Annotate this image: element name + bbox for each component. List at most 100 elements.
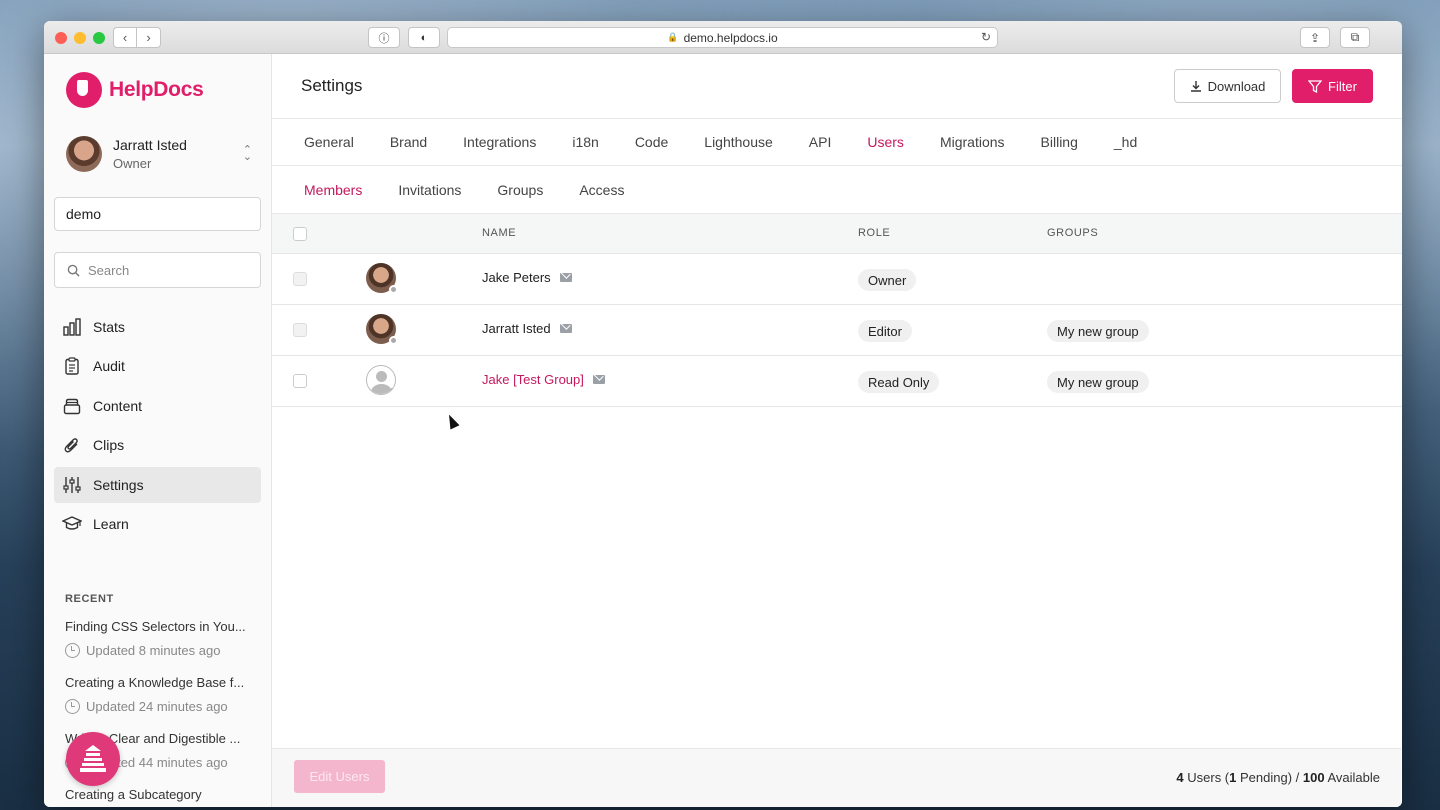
tab-integrations[interactable]: Integrations bbox=[463, 134, 536, 150]
recent-item-title: Creating a Knowledge Base f... bbox=[65, 675, 245, 690]
recent-item-title: Creating a Subcategory bbox=[65, 787, 202, 802]
table-row[interactable]: Jarratt Isted Editor My new group bbox=[272, 305, 1402, 356]
nav-item-settings[interactable]: Settings bbox=[54, 466, 261, 503]
minimize-window-button[interactable] bbox=[74, 32, 86, 44]
table-footer: Edit Users 4 Users (1 Pending) / 100 Ava… bbox=[272, 748, 1401, 807]
table-row[interactable]: Jake Peters Owner bbox=[272, 254, 1402, 305]
group-badge: My new group bbox=[1047, 320, 1149, 342]
member-name-text: Jarratt Isted bbox=[482, 321, 551, 336]
nav-item-content[interactable]: Content bbox=[54, 388, 261, 424]
address-bar[interactable]: 🔒 demo.helpdocs.io ↻ bbox=[447, 27, 998, 48]
tab-code[interactable]: Code bbox=[635, 134, 668, 150]
users-text: Users ( bbox=[1183, 770, 1230, 785]
sliders-icon bbox=[62, 475, 82, 495]
reload-icon[interactable]: ↻ bbox=[981, 30, 991, 44]
chevron-up-down-icon: ⌃ ⌄ bbox=[242, 144, 252, 163]
tab-users[interactable]: Users bbox=[867, 134, 904, 150]
nav-item-audit[interactable]: Audit bbox=[54, 348, 261, 384]
main-content: Settings Download Filter General Brand I… bbox=[272, 54, 1402, 807]
column-role: ROLE bbox=[858, 227, 891, 239]
download-button[interactable]: Download bbox=[1174, 69, 1281, 103]
subtab-groups[interactable]: Groups bbox=[497, 182, 543, 198]
share-icon: ⇪ bbox=[1309, 30, 1321, 45]
logo[interactable]: HelpDocs bbox=[66, 72, 204, 108]
role-badge: Read Only bbox=[858, 371, 940, 393]
subtab-members[interactable]: Members bbox=[304, 182, 362, 198]
user-name: Jarratt Isted bbox=[113, 137, 187, 153]
recent-item-updated: Updated 24 minutes ago bbox=[86, 699, 228, 714]
tab-lighthouse[interactable]: Lighthouse bbox=[704, 134, 773, 150]
filter-label: Filter bbox=[1328, 78, 1357, 94]
clock-icon bbox=[65, 699, 80, 714]
row-checkbox[interactable] bbox=[293, 374, 307, 388]
user-switcher[interactable]: Jarratt Isted Owner ⌃ ⌄ bbox=[66, 136, 252, 172]
avatar bbox=[366, 314, 398, 345]
subtab-invitations[interactable]: Invitations bbox=[398, 182, 461, 198]
tab-i18n[interactable]: i18n bbox=[572, 134, 598, 150]
member-name[interactable]: Jarratt Isted bbox=[482, 321, 572, 336]
table-row[interactable]: Jake [Test Group] Read Only My new group bbox=[272, 356, 1402, 407]
forward-button[interactable]: › bbox=[137, 27, 161, 48]
help-widget-button[interactable] bbox=[66, 732, 120, 786]
tab-general[interactable]: General bbox=[304, 134, 354, 150]
member-name-text: Jake [Test Group] bbox=[482, 372, 584, 387]
url-text: demo.helpdocs.io bbox=[683, 30, 778, 45]
tab-api[interactable]: API bbox=[809, 134, 832, 150]
brand-name: HelpDocs bbox=[109, 78, 204, 101]
download-label: Download bbox=[1207, 78, 1266, 94]
member-name-text: Jake Peters bbox=[482, 270, 551, 285]
edit-users-button[interactable]: Edit Users bbox=[294, 760, 385, 793]
chevron-left-icon: ‹ bbox=[122, 30, 128, 45]
recent-item[interactable]: Creating a Knowledge Base f... Updated 2… bbox=[65, 675, 255, 714]
project-selector[interactable]: demo bbox=[54, 197, 261, 231]
status-dot bbox=[388, 386, 395, 394]
nav-item-learn[interactable]: Learn bbox=[54, 506, 261, 542]
key-circle-icon: ⓘ bbox=[378, 32, 390, 45]
recent-heading: RECENT bbox=[65, 593, 114, 605]
lighthouse-icon bbox=[80, 745, 106, 772]
nav-label: Audit bbox=[93, 358, 125, 375]
search-box[interactable] bbox=[54, 252, 261, 288]
available-text: Available bbox=[1324, 770, 1380, 785]
member-name[interactable]: Jake Peters bbox=[482, 270, 572, 285]
search-input[interactable] bbox=[88, 262, 248, 278]
table-header: NAME ROLE GROUPS bbox=[272, 214, 1402, 254]
password-extension-button[interactable]: ⓘ bbox=[368, 27, 400, 48]
tab-brand[interactable]: Brand bbox=[390, 134, 427, 150]
user-role: Owner bbox=[113, 156, 152, 171]
filter-button[interactable]: Filter bbox=[1292, 69, 1373, 103]
project-name: demo bbox=[66, 206, 102, 222]
download-icon bbox=[1190, 81, 1201, 92]
tab-migrations[interactable]: Migrations bbox=[940, 134, 1005, 150]
tabs-overview-button[interactable]: ⧉ bbox=[1340, 27, 1370, 48]
app: HelpDocs Jarratt Isted Owner ⌃ ⌄ demo Se… bbox=[44, 54, 1402, 807]
users-summary: 4 Users (1 Pending) / 100 Available bbox=[1176, 770, 1380, 785]
member-name-link[interactable]: Jake [Test Group] bbox=[482, 372, 605, 387]
back-button[interactable]: ‹ bbox=[113, 27, 137, 48]
sidebar: HelpDocs Jarratt Isted Owner ⌃ ⌄ demo Se… bbox=[44, 54, 272, 807]
status-dot bbox=[389, 285, 398, 294]
privacy-extension-button[interactable]: ◐ bbox=[408, 27, 440, 48]
user-info: Jarratt Isted Owner bbox=[113, 137, 187, 171]
select-all-checkbox[interactable] bbox=[293, 227, 307, 241]
bar-chart-icon bbox=[62, 317, 82, 337]
row-checkbox[interactable] bbox=[293, 323, 307, 337]
close-window-button[interactable] bbox=[55, 32, 67, 44]
recent-item[interactable]: Finding CSS Selectors in You... Updated … bbox=[65, 619, 255, 658]
mail-icon bbox=[592, 375, 605, 384]
subtab-access[interactable]: Access bbox=[579, 182, 624, 198]
recent-item[interactable]: Creating a Subcategory bbox=[65, 787, 255, 802]
nav-item-clips[interactable]: Clips bbox=[54, 427, 261, 463]
nav-item-stats[interactable]: Stats bbox=[54, 309, 261, 345]
chevron-right-icon: › bbox=[146, 30, 151, 45]
recent-item-time: Updated 8 minutes ago bbox=[65, 643, 255, 658]
tab-hd[interactable]: _hd bbox=[1114, 134, 1137, 150]
status-dot bbox=[389, 336, 398, 345]
clock-icon bbox=[65, 643, 80, 658]
role-badge: Owner bbox=[858, 269, 917, 291]
tab-billing[interactable]: Billing bbox=[1041, 134, 1078, 150]
row-checkbox[interactable] bbox=[293, 272, 307, 286]
browser-toolbar: ‹ › ⓘ ◐ 🔒 demo.helpdocs.io ↻ ⇪ ⧉ bbox=[44, 21, 1402, 54]
zoom-window-button[interactable] bbox=[93, 32, 105, 44]
share-button[interactable]: ⇪ bbox=[1300, 27, 1330, 48]
